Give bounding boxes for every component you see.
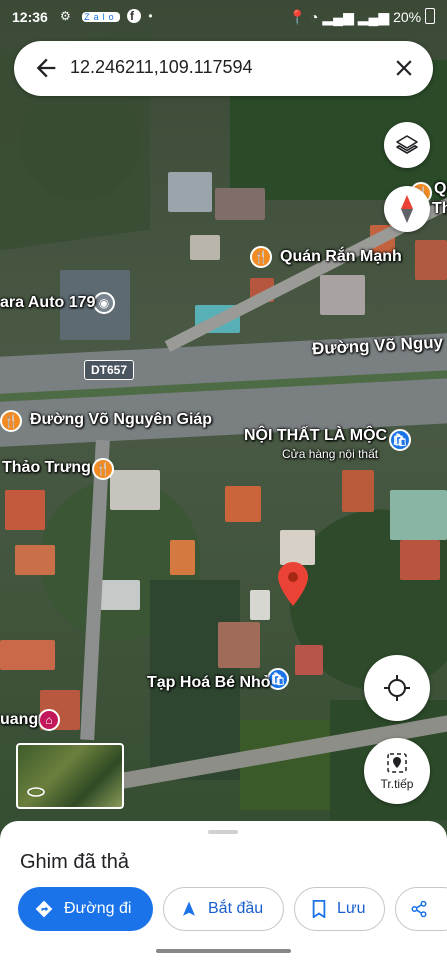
dot-icon: • — [148, 9, 157, 23]
bookmark-icon — [312, 900, 326, 918]
building — [280, 530, 315, 565]
poi-label-noi-that-sub: Cửa hàng nội thất — [282, 447, 379, 461]
directions-button[interactable]: Đường đi — [18, 887, 153, 931]
building — [190, 235, 220, 260]
building — [342, 470, 374, 512]
dropped-pin-icon[interactable] — [278, 562, 308, 606]
compass-button[interactable] — [384, 186, 430, 232]
start-button[interactable]: Bắt đầu — [163, 887, 284, 931]
compass-icon — [401, 195, 413, 223]
sheet-drag-handle[interactable] — [208, 830, 238, 834]
building — [218, 622, 260, 668]
building — [168, 172, 212, 212]
building — [5, 490, 45, 530]
gear-icon: ⚙ — [60, 9, 75, 23]
save-label: Lưu — [337, 900, 366, 917]
building — [170, 540, 195, 575]
directions-icon — [35, 900, 53, 918]
rotate-360-icon — [27, 787, 45, 797]
shop-poi-icon[interactable]: 🛍 — [389, 429, 411, 451]
gesture-nav-bar[interactable] — [156, 949, 291, 953]
poi-label-thao-trung[interactable]: Thảo Trưng — [2, 459, 91, 477]
road-shield-dt657: DT657 — [84, 360, 135, 380]
facebook-icon: f — [126, 9, 141, 23]
my-location-button[interactable] — [364, 655, 430, 721]
back-arrow-icon[interactable] — [32, 53, 60, 83]
building — [0, 640, 55, 670]
share-icon — [411, 900, 427, 918]
search-query[interactable]: 12.246211,109.117594 — [70, 57, 253, 78]
search-bar[interactable]: 12.246211,109.117594 — [14, 41, 433, 96]
poi-label-q-partial[interactable]: Q — [434, 180, 446, 198]
save-button[interactable]: Lưu — [294, 887, 385, 931]
building — [110, 470, 160, 510]
building — [415, 240, 447, 280]
poi-label-uang-partial[interactable]: uang — [0, 711, 38, 729]
food-poi-icon[interactable]: 🍴 — [0, 410, 22, 432]
next-button[interactable]: Tr.tiếp — [364, 738, 430, 804]
my-location-icon — [384, 675, 410, 701]
status-time: 12:36 — [12, 9, 48, 25]
poi-label-tap-hoa[interactable]: Tạp Hoá Bé Nhỏ — [147, 674, 271, 692]
signal-icon: ▂▄▆ — [357, 9, 390, 25]
next-label: Tr.tiếp — [380, 777, 414, 791]
building — [15, 545, 55, 575]
share-button[interactable] — [395, 887, 447, 931]
signal-icon: ▂▄▆ — [322, 9, 354, 25]
road-label-left: Đường Võ Nguyên Giáp — [30, 411, 213, 428]
building — [320, 275, 365, 315]
directions-label: Đường đi — [64, 900, 132, 917]
building — [400, 540, 440, 580]
layers-icon — [396, 135, 418, 154]
poi-label-quan-ran[interactable]: Quán Rắn Mạnh — [280, 248, 402, 266]
building — [215, 188, 265, 220]
poi-label-th-partial[interactable]: Th — [432, 200, 447, 218]
street-view-thumbnail[interactable] — [16, 743, 124, 809]
zalo-icon: Zalo — [82, 12, 120, 22]
satellite-map[interactable]: DT657 Đường Võ Nguy Đường Võ Nguyên Giáp… — [0, 0, 447, 960]
battery-text: 20% — [393, 9, 422, 25]
status-bar: 12:36 ⚙ Zalo f • 📍 ◔ ▂▄▆ ▂▄▆ 20% — [0, 0, 447, 36]
sheet-title: Ghim đã thả — [20, 851, 129, 873]
start-label: Bắt đầu — [208, 900, 264, 917]
food-poi-icon[interactable]: 🍴 — [92, 458, 114, 480]
battery-icon — [425, 8, 435, 24]
location-status-icon: 📍 — [288, 9, 307, 25]
poi-label-noi-that[interactable]: NỘI THẤT LÀ MỘC — [244, 427, 387, 445]
layers-button[interactable] — [384, 122, 430, 168]
building — [250, 590, 270, 620]
building — [295, 645, 323, 675]
poi-label-gara[interactable]: ara Auto 179 — [0, 294, 95, 312]
auto-poi-icon[interactable]: ◉ — [93, 292, 115, 314]
wifi-icon: ◔ — [310, 9, 319, 25]
status-app-icons: ⚙ Zalo f • — [60, 9, 157, 23]
close-icon[interactable] — [391, 55, 417, 81]
place-bottom-sheet[interactable]: Ghim đã thả Đường đi Bắt đầu Lưu — [0, 821, 447, 960]
navigation-icon — [387, 753, 407, 773]
building — [100, 580, 140, 610]
food-poi-icon[interactable]: 🍴 — [250, 246, 272, 268]
building — [390, 490, 447, 540]
navigation-arrow-icon — [183, 901, 195, 916]
building — [225, 486, 261, 522]
status-right: 📍 ◔ ▂▄▆ ▂▄▆ 20% — [289, 8, 435, 26]
shop-poi-icon[interactable]: ⌂ — [38, 709, 60, 731]
